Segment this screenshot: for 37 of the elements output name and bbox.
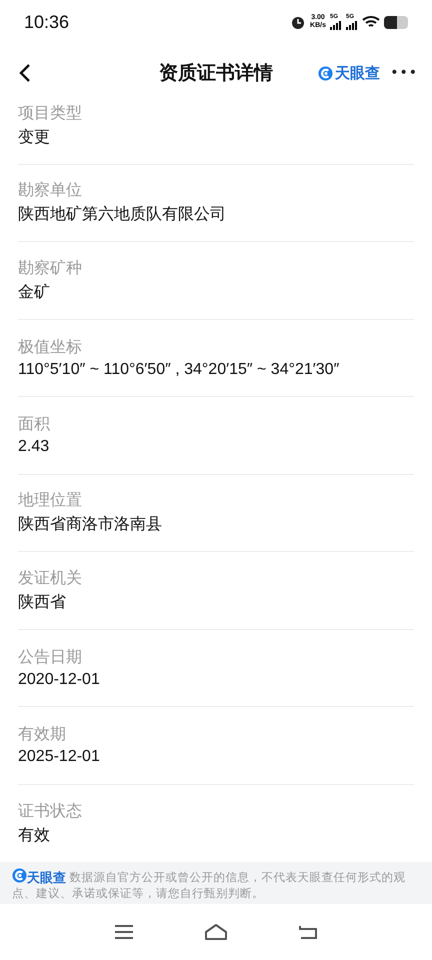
field-label: 发证机关 [18, 568, 83, 589]
disclaimer-text: 天眼查 数据源自官方公开或曾公开的信息，不代表天眼查任何形式的观点、建议、承诺或保证等，请您自行甄别判断。 [12, 868, 407, 901]
home-icon[interactable] [204, 923, 228, 941]
back-icon[interactable] [298, 924, 318, 940]
field-label: 项目类型 [18, 102, 83, 124]
more-menu-button[interactable]: ••• [390, 65, 418, 81]
back-icon[interactable] [18, 63, 32, 83]
logo-icon [318, 66, 334, 80]
page-title: 资质证书详情 [159, 62, 273, 84]
field-value: 2020-12-01 [18, 670, 101, 689]
wifi-icon [362, 15, 380, 29]
field-label: 勘察单位 [18, 180, 83, 202]
field-value: 2025-12-01 [18, 748, 101, 766]
field-value: 有效 [18, 826, 51, 846]
brand-name: 天眼查 [27, 871, 66, 886]
field-value: 陕西省 [18, 592, 67, 613]
menu-icon[interactable] [114, 924, 134, 940]
field-label: 有效期 [18, 724, 67, 746]
field-label: 证书状态 [18, 800, 83, 822]
alarm-icon [290, 14, 306, 30]
brand-name: 天眼查 [335, 64, 380, 82]
battery-icon [384, 16, 408, 28]
signal-icon [346, 21, 358, 30]
field-value: 110°5′10″ ~ 110°6′50″ , 34°20′15″ ~ 34°21′30″ [18, 360, 340, 379]
field-label: 勘察矿种 [18, 258, 83, 279]
field-value: 变更 [18, 128, 51, 148]
field-value: 陕西省商洛市洛南县 [18, 514, 163, 536]
field-value: 2.43 [18, 438, 50, 456]
field-value: 金矿 [18, 282, 51, 303]
field-label: 地理位置 [18, 490, 83, 512]
clock-time: 10:36 [24, 12, 70, 32]
field-value: 陕西地矿第六地质队有限公司 [18, 204, 227, 226]
field-label: 面积 [18, 414, 51, 436]
signal-icon [330, 21, 342, 30]
logo-icon [12, 868, 27, 883]
field-label: 极值坐标 [18, 336, 83, 358]
field-label: 公告日期 [18, 646, 83, 668]
